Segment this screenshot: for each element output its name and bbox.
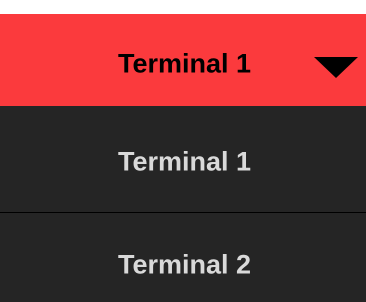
selected-terminal-label: Terminal 1 — [118, 48, 252, 79]
terminal-dropdown: Terminal 1 Terminal 1 Terminal 2 — [0, 14, 366, 302]
caret-down-icon — [314, 57, 358, 78]
option-terminal-1[interactable]: Terminal 1 — [0, 106, 366, 212]
option-terminal-2[interactable]: Terminal 2 — [0, 213, 366, 302]
option-label: Terminal 1 — [118, 146, 252, 177]
option-label: Terminal 2 — [118, 249, 252, 280]
terminal-dropdown-menu: Terminal 1 Terminal 2 — [0, 106, 366, 302]
terminal-dropdown-toggle[interactable]: Terminal 1 — [0, 14, 366, 106]
